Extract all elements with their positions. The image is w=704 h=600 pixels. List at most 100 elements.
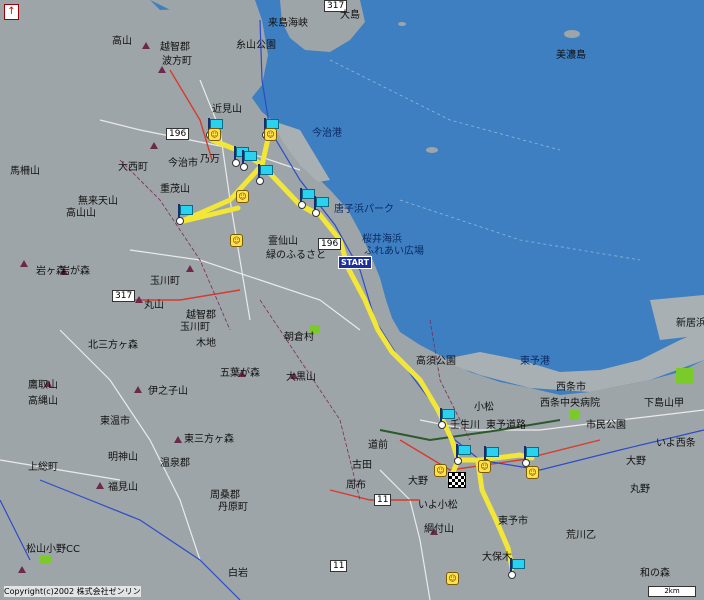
place-label: 下島山甲 (644, 398, 684, 409)
place-label: 大黒山 (286, 372, 316, 383)
poi-label: 唐子浜パーク (334, 204, 394, 215)
place-label: 東温市 (100, 416, 130, 427)
place-label: 無来天山 (78, 196, 118, 207)
peak-icon (18, 566, 26, 573)
place-label: 丸野 (630, 484, 650, 495)
place-label: 玉川町 (150, 276, 180, 287)
island-label: 美濃島 (556, 50, 586, 61)
peak-icon (150, 142, 158, 149)
place-label: 馬柵山 (10, 166, 40, 177)
place-label: 東予市 (498, 516, 528, 527)
route-shield: 317 (112, 290, 136, 302)
place-label: 鷹取山 (28, 380, 58, 391)
place-label: 乃万 (200, 154, 220, 165)
place-label: 来島海峡 (268, 18, 308, 29)
place-label: 伊之子山 (148, 386, 188, 397)
scale-bar: 2km (648, 586, 696, 597)
place-label: 高縄山 (28, 396, 58, 407)
place-label: 今治市 (168, 158, 198, 169)
peak-icon (158, 66, 166, 73)
place-label: 丸山 (144, 300, 164, 311)
place-label: 和の森 (640, 568, 670, 579)
place-label: 綱付山 (424, 524, 454, 535)
place-label: 東三方ヶ森 (184, 434, 234, 445)
waypoint-flag-icon[interactable] (240, 150, 257, 171)
place-label: 岩ヶ森 (36, 266, 66, 277)
place-label: いよ西条 (656, 438, 696, 449)
place-label: 霊仙山 (268, 236, 298, 247)
place-label: 古田 (352, 460, 372, 471)
place-label: 近見山 (212, 104, 242, 115)
waypoint-flag-icon[interactable] (312, 196, 329, 217)
place-label: 五葉が森 (220, 368, 260, 379)
smiley-marker-icon[interactable]: ☺ (264, 128, 277, 141)
place-label: 白岩 (228, 568, 248, 579)
peak-icon (142, 42, 150, 49)
place-label: 越智郡 (186, 310, 216, 321)
place-label: 周桑郡 (210, 490, 240, 501)
place-label: 道前 (368, 440, 388, 451)
station-label: いよ小松 (418, 500, 458, 511)
route-shield: 11 (330, 560, 348, 572)
place-label: 温泉郡 (160, 458, 190, 469)
island-label: 大島 (340, 10, 360, 21)
place-label: 北三方ヶ森 (88, 340, 138, 351)
place-label: 玉川町 (180, 322, 210, 333)
start-marker[interactable]: START (338, 256, 373, 269)
place-label: 大西町 (118, 162, 148, 173)
place-label: 朝倉村 (284, 332, 314, 343)
route-shield: 196 (318, 238, 342, 250)
place-label: 大野 (408, 476, 428, 487)
waypoint-flag-icon[interactable] (454, 444, 471, 465)
route-shield: 11 (374, 494, 392, 506)
smiley-marker-icon[interactable]: ☺ (446, 572, 459, 585)
place-label: 明神山 (108, 452, 138, 463)
smiley-marker-icon[interactable]: ☺ (478, 460, 491, 473)
waypoint-flag-icon[interactable] (508, 558, 525, 579)
peak-icon (186, 265, 194, 272)
place-label: 丹原町 (218, 502, 248, 513)
smiley-marker-icon[interactable]: ☺ (230, 234, 243, 247)
peak-icon (135, 296, 143, 303)
place-label: 高山 (112, 36, 132, 47)
smiley-marker-icon[interactable]: ☺ (236, 190, 249, 203)
compass-icon[interactable]: ↑ (4, 4, 19, 20)
place-label: 小松 (474, 402, 494, 413)
smiley-marker-icon[interactable]: ☺ (526, 466, 539, 479)
smiley-marker-icon[interactable]: ☺ (434, 464, 447, 477)
waypoint-flag-icon[interactable] (256, 164, 273, 185)
poi-label: 西条中央病院 (540, 398, 600, 409)
place-label: 木地 (196, 338, 216, 349)
poi-label: 松山小野CC (26, 544, 80, 555)
waypoint-flag-icon[interactable] (176, 204, 193, 225)
place-label: 新居浜 (676, 318, 704, 329)
place-label: 高山山 (66, 208, 96, 219)
place-label: 荒川乙 (566, 530, 596, 541)
place-label: 大野 (626, 456, 646, 467)
port-label: 東予港 (520, 356, 550, 367)
map-base (0, 0, 704, 600)
poi-label: ふれあい広場 (364, 246, 424, 257)
waypoint-flag-icon[interactable] (438, 408, 455, 429)
place-label: 西条市 (556, 382, 586, 393)
place-label: 市民公園 (586, 420, 626, 431)
smiley-marker-icon[interactable]: ☺ (208, 128, 221, 141)
place-label: 越智郡 (160, 42, 190, 53)
road-label: 東予道路 (486, 420, 526, 431)
place-label: 周布 (346, 480, 366, 491)
peak-icon (174, 436, 182, 443)
route-map[interactable]: ↑ 糸山公園 来島海峡 317 大島 高山 越智郡 波方町 近見山 今治港 19… (0, 0, 704, 600)
poi-label: 桜井海浜 (362, 234, 402, 245)
copyright-text: Copyright(c)2002 株式会社ゼンリン (4, 586, 141, 597)
place-label: 重茂山 (160, 184, 190, 195)
waypoint-flag-icon[interactable] (522, 446, 539, 467)
route-shield: 196 (166, 128, 190, 140)
place-label: 波方町 (162, 56, 192, 67)
place-label: 福見山 (108, 482, 138, 493)
place-label: 高須公園 (416, 356, 456, 367)
place-label: 壬生川 (450, 420, 480, 431)
port-label: 今治港 (312, 128, 342, 139)
place-label: 緑のふるさと (266, 250, 326, 261)
peak-icon (96, 482, 104, 489)
goal-flag-icon[interactable] (448, 472, 466, 488)
